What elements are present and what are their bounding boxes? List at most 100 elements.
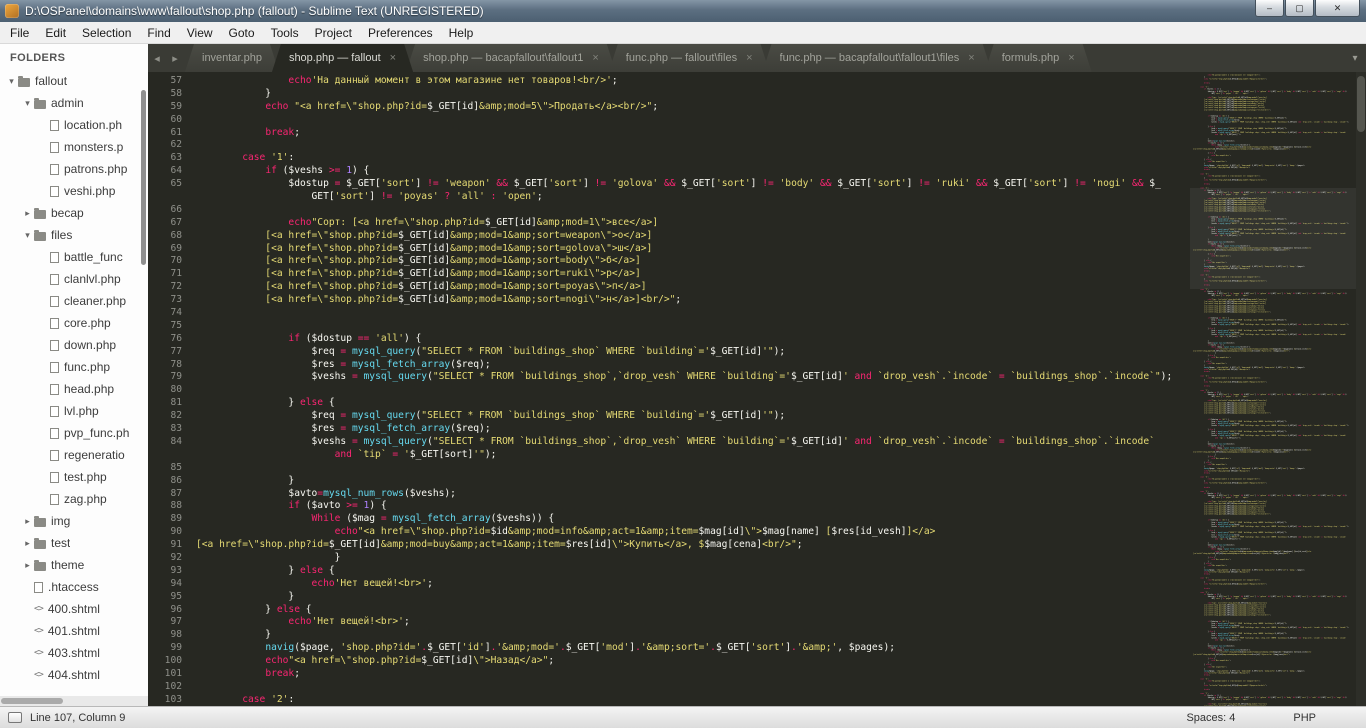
- file-lvl.php[interactable]: lvl.php: [0, 400, 148, 422]
- file-403.shtml[interactable]: <>403.shtml: [0, 642, 148, 664]
- code-line[interactable]: 95 }: [148, 591, 1190, 604]
- file-core.php[interactable]: core.php: [0, 312, 148, 334]
- folder-becap[interactable]: ▸becap: [0, 202, 148, 224]
- tab-nav-forward-icon[interactable]: ▸: [166, 44, 184, 72]
- file-.htaccess[interactable]: .htaccess: [0, 576, 148, 598]
- tab-overflow-icon[interactable]: ▾: [1344, 44, 1366, 72]
- menu-goto[interactable]: Goto: [221, 24, 263, 42]
- file-location.ph[interactable]: location.ph: [0, 114, 148, 136]
- code-line[interactable]: 79 $veshs = mysql_query("SELECT * FROM `…: [148, 371, 1190, 384]
- file-pvp-func.ph[interactable]: pvp_func.ph: [0, 422, 148, 444]
- folder-admin[interactable]: ▾admin: [0, 92, 148, 114]
- code-line[interactable]: 69 [<a href=\"shop.php?id=$_GET[id]&amp;…: [148, 243, 1190, 256]
- chevron-right-icon[interactable]: ▸: [22, 538, 33, 549]
- code-line[interactable]: 61 break;: [148, 127, 1190, 140]
- code-line[interactable]: 83 $res = mysql_fetch_array($req);: [148, 423, 1190, 436]
- close-button[interactable]: ✕: [1315, 0, 1360, 17]
- folder-img[interactable]: ▸img: [0, 510, 148, 532]
- code-line[interactable]: 98 }: [148, 629, 1190, 642]
- code-line[interactable]: 102: [148, 681, 1190, 694]
- code-line[interactable]: 100 echo"<a href=\"shop.php?id=$_GET[id]…: [148, 655, 1190, 668]
- code-line[interactable]: 91[<a href=\"shop.php?id=$_GET[id]&amp;m…: [148, 539, 1190, 552]
- code-line[interactable]: 76 if ($dostup == 'all') {: [148, 333, 1190, 346]
- file-battle-func[interactable]: battle_func: [0, 246, 148, 268]
- folder-theme[interactable]: ▸theme: [0, 554, 148, 576]
- code-line[interactable]: 60: [148, 114, 1190, 127]
- code-line[interactable]: and `tip` = '$_GET[sort]'");: [148, 449, 1190, 462]
- file-func.php[interactable]: func.php: [0, 356, 148, 378]
- chevron-right-icon[interactable]: ▸: [22, 516, 33, 527]
- tab-formuls.php[interactable]: formuls.php×: [985, 44, 1092, 72]
- tab-shop.php-bacapfallout-fallout1[interactable]: shop.php — bacapfallout\fallout1×: [406, 44, 616, 72]
- tab-inventar.php[interactable]: inventar.php: [185, 44, 279, 72]
- chevron-down-icon[interactable]: ▾: [6, 76, 17, 87]
- maximize-button[interactable]: ▢: [1285, 0, 1314, 17]
- chevron-right-icon[interactable]: ▸: [22, 560, 33, 571]
- code-line[interactable]: 84 $veshs = mysql_query("SELECT * FROM `…: [148, 436, 1190, 449]
- code-line[interactable]: 58 }: [148, 88, 1190, 101]
- code-line[interactable]: 59 echo "<a href=\"shop.php?id=$_GET[id]…: [148, 101, 1190, 114]
- tab-nav-back-icon[interactable]: ◂: [148, 44, 166, 72]
- code-line[interactable]: 94 echo'Нет вещей!<br>';: [148, 578, 1190, 591]
- sidebar-vertical-scrollbar[interactable]: [141, 90, 146, 265]
- code-line[interactable]: 74: [148, 307, 1190, 320]
- file-test.php[interactable]: test.php: [0, 466, 148, 488]
- code-line[interactable]: 57 echo'На данный момент в этом магазине…: [148, 75, 1190, 88]
- file-monsters.p[interactable]: monsters.p: [0, 136, 148, 158]
- folder-test[interactable]: ▸test: [0, 532, 148, 554]
- code-line[interactable]: 93 } else {: [148, 565, 1190, 578]
- code-line[interactable]: 92 }: [148, 552, 1190, 565]
- code-line[interactable]: 70 [<a href=\"shop.php?id=$_GET[id]&amp;…: [148, 255, 1190, 268]
- file-404.shtml[interactable]: <>404.shtml: [0, 664, 148, 686]
- code-line[interactable]: 87 $avto=mysql_num_rows($veshs);: [148, 488, 1190, 501]
- menu-edit[interactable]: Edit: [37, 24, 74, 42]
- tab-shop.php-fallout[interactable]: shop.php — fallout×: [272, 44, 413, 72]
- menu-help[interactable]: Help: [441, 24, 482, 42]
- syntax-status[interactable]: PHP: [1293, 712, 1316, 724]
- close-tab-icon[interactable]: ×: [968, 52, 974, 64]
- code-line[interactable]: 82 $req = mysql_query("SELECT * FROM `bu…: [148, 410, 1190, 423]
- code-line[interactable]: 65 $dostup = $_GET['sort'] != 'weapon' &…: [148, 178, 1190, 191]
- tab-func.php-bacapfallout-fallout1-files[interactable]: func.php — bacapfallout\fallout1\files×: [763, 44, 992, 72]
- code-line[interactable]: 86 }: [148, 475, 1190, 488]
- scrollbar-thumb[interactable]: [1357, 76, 1365, 132]
- code-line[interactable]: GET['sort'] != 'poyas' ? 'all' : 'open';: [148, 191, 1190, 204]
- code-line[interactable]: 68 [<a href=\"shop.php?id=$_GET[id]&amp;…: [148, 230, 1190, 243]
- code-line[interactable]: 101 break;: [148, 668, 1190, 681]
- code-line[interactable]: 71 [<a href=\"shop.php?id=$_GET[id]&amp;…: [148, 268, 1190, 281]
- menu-project[interactable]: Project: [307, 24, 360, 42]
- file-regeneratio[interactable]: regeneratio: [0, 444, 148, 466]
- file-head.php[interactable]: head.php: [0, 378, 148, 400]
- chevron-down-icon[interactable]: ▾: [22, 230, 33, 241]
- chevron-down-icon[interactable]: ▾: [22, 98, 33, 109]
- close-tab-icon[interactable]: ×: [390, 52, 396, 64]
- file-400.shtml[interactable]: <>400.shtml: [0, 598, 148, 620]
- file-cleaner.php[interactable]: cleaner.php: [0, 290, 148, 312]
- tab-func.php-fallout-files[interactable]: func.php — fallout\files×: [609, 44, 770, 72]
- file-401.shtml[interactable]: <>401.shtml: [0, 620, 148, 642]
- code-line[interactable]: 103 case '2':: [148, 694, 1190, 706]
- file-down.php[interactable]: down.php: [0, 334, 148, 356]
- code-line[interactable]: 97 echo'Нет вещей!<br>';: [148, 616, 1190, 629]
- close-tab-icon[interactable]: ×: [1068, 52, 1074, 64]
- file-clanlvl.php[interactable]: clanlvl.php: [0, 268, 148, 290]
- indentation-status[interactable]: Spaces: 4: [1186, 712, 1235, 724]
- code-line[interactable]: 73 [<a href=\"shop.php?id=$_GET[id]&amp;…: [148, 294, 1190, 307]
- close-tab-icon[interactable]: ×: [592, 52, 598, 64]
- code-line[interactable]: 80: [148, 384, 1190, 397]
- code-line[interactable]: 63 case '1':: [148, 152, 1190, 165]
- menu-file[interactable]: File: [2, 24, 37, 42]
- code-line[interactable]: 89 While ($mag = mysql_fetch_array($vesh…: [148, 513, 1190, 526]
- code-line[interactable]: 99 navig($page, 'shop.php?id='.$_GET['id…: [148, 642, 1190, 655]
- minimap[interactable]: echo'На данный момент в этом магазине не…: [1190, 72, 1356, 706]
- title-bar[interactable]: D:\OSPanel\domains\www\fallout\shop.php …: [0, 0, 1366, 22]
- code-line[interactable]: 81 } else {: [148, 397, 1190, 410]
- sidebar-horizontal-scrollbar[interactable]: [0, 696, 148, 706]
- file-zag.php[interactable]: zag.php: [0, 488, 148, 510]
- folder-files[interactable]: ▾files: [0, 224, 148, 246]
- scrollbar-thumb[interactable]: [1, 698, 63, 704]
- code-line[interactable]: 62: [148, 139, 1190, 152]
- folder-fallout[interactable]: ▾fallout: [0, 70, 148, 92]
- panel-toggle-icon[interactable]: [8, 712, 22, 723]
- menu-selection[interactable]: Selection: [74, 24, 139, 42]
